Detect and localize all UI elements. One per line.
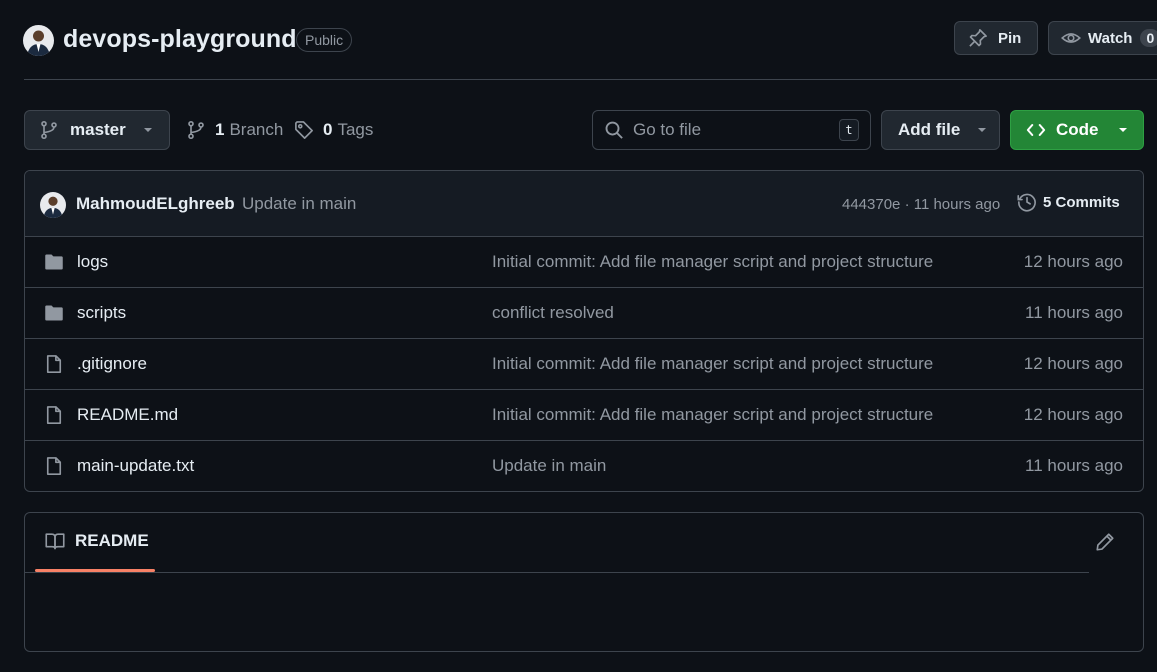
search-icon [604,120,624,140]
latest-commit-bar: MahmoudELghreeb Update in main 444370e ·… [25,171,1143,237]
code-icon [1025,120,1047,140]
tab-readme[interactable]: README [45,531,149,551]
code-button[interactable]: Code [1010,110,1144,150]
pin-button[interactable]: Pin [954,21,1038,55]
commits-label: 5 Commits [1043,193,1120,211]
file-row-readme[interactable]: README.md Initial commit: Add file manag… [25,390,1143,441]
folder-icon [44,252,64,272]
file-row-gitignore[interactable]: .gitignore Initial commit: Add file mana… [25,339,1143,390]
visibility-badge: Public [296,28,353,52]
file-commit-message[interactable]: Initial commit: Add file manager script … [492,252,933,272]
file-row-main-update[interactable]: main-update.txt Update in main 11 hours … [25,441,1143,491]
search-placeholder: Go to file [633,120,702,139]
file-row-logs[interactable]: logs Initial commit: Add file manager sc… [25,237,1143,288]
tag-icon [294,120,314,140]
file-name[interactable]: .gitignore [77,354,147,374]
branch-name: master [70,120,126,139]
file-name[interactable]: scripts [77,303,126,323]
repo-name[interactable]: devops-playground [63,25,297,54]
watch-count: 0 [1140,29,1157,47]
file-commit-message[interactable]: Initial commit: Add file manager script … [492,354,933,374]
branch-label: Branch [229,120,284,139]
keyboard-shortcut-hint: t [839,119,859,141]
commit-hash-time[interactable]: 444370e · 11 hours ago [842,196,1000,213]
owner-avatar[interactable] [23,25,54,56]
file-commit-time: 11 hours ago [1025,303,1123,322]
file-name[interactable]: README.md [77,405,178,425]
file-commit-message[interactable]: conflict resolved [492,303,614,323]
file-icon [44,405,64,425]
pin-icon [968,28,988,48]
branch-icon [186,120,206,140]
pin-label: Pin [998,29,1022,47]
file-commit-time: 12 hours ago [1023,252,1123,271]
file-commit-message[interactable]: Initial commit: Add file manager script … [492,405,933,425]
tags-link[interactable]: 0 Tags [294,110,373,150]
commit-message[interactable]: Update in main [242,194,356,214]
file-name[interactable]: logs [77,252,108,272]
header-divider [24,79,1157,80]
file-commit-time: 11 hours ago [1025,456,1123,475]
folder-icon [44,303,64,323]
caret-down-icon [976,126,988,134]
commit-author-avatar[interactable] [40,192,66,218]
tag-label: Tags [337,120,374,139]
watch-button[interactable]: Watch 0 [1048,21,1157,55]
tag-count: 0 [323,120,333,139]
watch-label: Watch [1088,29,1133,47]
file-name[interactable]: main-update.txt [77,456,194,476]
readme-tab-label: README [75,531,149,550]
code-label: Code [1056,120,1099,139]
branch-select-button[interactable]: master [24,110,170,150]
file-icon [44,456,64,476]
caret-down-icon [142,126,154,134]
branch-icon [39,120,59,140]
go-to-file-search[interactable]: Go to file t [592,110,871,150]
history-icon [1017,192,1037,212]
file-commit-message[interactable]: Update in main [492,456,606,476]
readme-separator [25,572,1089,573]
pencil-icon[interactable] [1095,532,1115,552]
file-icon [44,354,64,374]
book-icon [45,531,65,551]
eye-icon [1061,28,1081,48]
commit-author[interactable]: MahmoudELghreeb [76,194,235,214]
file-row-scripts[interactable]: scripts conflict resolved 11 hours ago [25,288,1143,339]
file-browser: MahmoudELghreeb Update in main 444370e ·… [24,170,1144,492]
commits-link[interactable]: 5 Commits [1017,192,1120,212]
add-file-label: Add file [898,120,961,139]
file-commit-time: 12 hours ago [1023,405,1123,424]
caret-down-icon [1117,126,1129,134]
branches-link[interactable]: 1 Branch [186,110,283,150]
branch-count: 1 [215,120,225,139]
readme-panel: README [24,512,1144,652]
add-file-button[interactable]: Add file [881,110,1000,150]
file-commit-time: 12 hours ago [1023,354,1123,373]
